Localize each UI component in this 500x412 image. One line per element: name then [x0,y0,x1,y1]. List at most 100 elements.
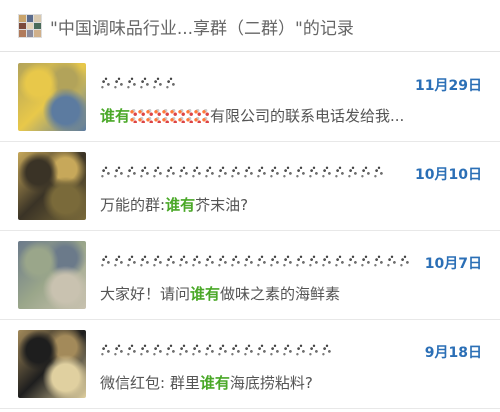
redacted-glyph [308,254,320,268]
redacted-glyph [113,76,125,90]
group-member-thumb [19,22,26,30]
preview-text: 芥末油? [195,196,249,214]
preview-text: 大家好！请问 [100,285,191,303]
group-avatar[interactable] [18,14,42,38]
redacted-glyph [321,343,333,357]
record-date: 10月10日 [415,167,482,183]
sender-name-redacted [100,160,385,184]
message-preview: 万能的群:谁有芥末油? [100,194,482,215]
redacted-glyph [217,343,229,357]
avatar [18,152,86,220]
redacted-glyph [217,254,229,268]
redacted-glyph [126,254,138,268]
redacted-glyph [178,165,190,179]
avatar [18,330,86,398]
redacted-glyph [282,254,294,268]
group-member-thumb [19,30,26,37]
redacted-glyph [282,165,294,179]
redacted-glyph [373,165,385,179]
chat-history-header: "中国调味品行业...享群（二群）"的记录 [0,0,500,52]
redacted-glyph [126,165,138,179]
group-member-thumb [26,30,34,37]
record-date: 9月18日 [424,345,482,361]
avatar [18,241,86,309]
group-member-thumb [26,22,34,30]
search-keyword-highlight: 谁有 [165,196,196,214]
record-row[interactable]: 10月7日 大家好！请问谁有做味之素的海鲜素 [0,231,500,320]
redacted-glyph [126,76,138,90]
group-member-thumb [19,15,26,22]
redacted-text [130,109,211,123]
redacted-glyph [165,254,177,268]
redacted-glyph [126,343,138,357]
redacted-glyph [191,343,203,357]
redacted-glyph [334,165,346,179]
redacted-glyph [295,343,307,357]
sender-name-redacted [100,71,177,95]
redacted-glyph [230,254,242,268]
group-member-thumb [26,15,34,22]
message-preview: 谁有 有限公司的联系电话发给我... [100,105,482,126]
redacted-glyph [152,254,164,268]
redacted-glyph [113,165,125,179]
page-title: "中国调味品行业...享群（二群）"的记录 [50,19,354,39]
sender-name-redacted [100,249,411,273]
redacted-glyph [139,254,151,268]
redacted-glyph [139,343,151,357]
search-keyword-highlight: 谁有 [199,374,230,392]
redacted-glyph [152,343,164,357]
redacted-glyph [386,254,398,268]
redacted-glyph [308,343,320,357]
redacted-glyph [178,254,190,268]
search-keyword-highlight: 谁有 [100,107,131,125]
search-results-list: 11月29日 谁有 有限公司的联系电话发给我... 10月10日 万能的群:谁有芥… [0,53,500,409]
redacted-glyph [256,254,268,268]
redacted-glyph [269,343,281,357]
record-date: 10月7日 [424,256,482,272]
redacted-glyph [139,165,151,179]
redacted-glyph [230,165,242,179]
redacted-glyph [295,254,307,268]
preview-text: 万能的群: [100,196,166,214]
redacted-glyph [347,254,359,268]
avatar [18,63,86,131]
sender-name-redacted [100,338,333,362]
redacted-glyph [360,165,372,179]
redacted-glyph [178,343,190,357]
redacted-glyph [217,165,229,179]
message-preview: 大家好！请问谁有做味之素的海鲜素 [100,283,482,304]
redacted-glyph [269,165,281,179]
redacted-glyph [152,165,164,179]
redacted-glyph [100,165,112,179]
message-preview: 微信红包: 群里谁有海底捞粘料? [100,372,482,393]
redacted-glyph [373,254,385,268]
record-row[interactable]: 9月18日 微信红包: 群里谁有海底捞粘料? [0,320,500,409]
redacted-glyph [100,254,112,268]
redacted-glyph [230,343,242,357]
preview-text: 有限公司的联系电话发给我... [210,107,405,125]
redacted-glyph [100,76,112,90]
redacted-glyph [256,165,268,179]
redacted-glyph [347,165,359,179]
redacted-glyph [360,254,372,268]
redacted-glyph [139,76,151,90]
redacted-glyph [321,165,333,179]
record-row[interactable]: 10月10日 万能的群:谁有芥末油? [0,142,500,231]
redacted-glyph [165,165,177,179]
preview-text: 微信红包: 群里 [100,374,200,392]
redacted-glyph [191,254,203,268]
redacted-glyph [165,343,177,357]
redacted-glyph [165,76,177,90]
redacted-glyph [334,254,346,268]
redacted-glyph [204,343,216,357]
redacted-glyph [308,165,320,179]
redacted-glyph [282,343,294,357]
preview-text: 海底捞粘料? [229,374,313,392]
redacted-glyph [152,76,164,90]
record-date: 11月29日 [415,78,482,94]
redacted-glyph [113,343,125,357]
redacted-glyph [321,254,333,268]
redacted-glyph [243,165,255,179]
record-row[interactable]: 11月29日 谁有 有限公司的联系电话发给我... [0,53,500,142]
redacted-glyph [204,254,216,268]
